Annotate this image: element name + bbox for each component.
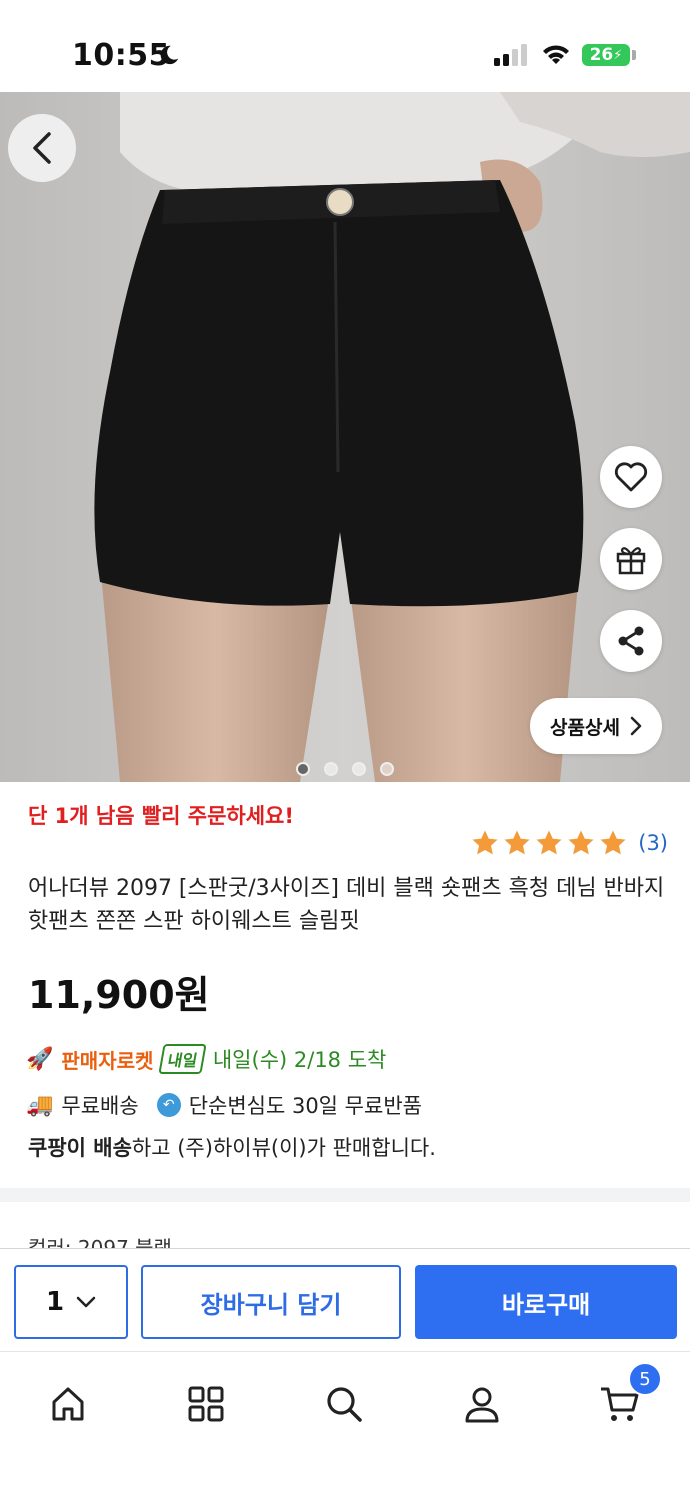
rocket-icon: 🚀: [26, 1046, 54, 1072]
star-icon: [536, 830, 562, 855]
stock-urgent-notice: 단 1개 남음 빨리 주문하세요!: [28, 804, 294, 828]
rocket-label: 판매자로켓: [61, 1048, 154, 1073]
product-photo: [0, 92, 690, 782]
product-detail-label: 상품상세: [550, 716, 620, 739]
gift-icon: [616, 547, 646, 575]
status-bar: 10:55 26 ⚡: [0, 0, 690, 92]
share-button[interactable]: [600, 610, 662, 672]
cellular-signal-icon: [494, 44, 527, 66]
nav-search[interactable]: [314, 1374, 374, 1434]
truck-icon: 🚚: [26, 1092, 54, 1118]
cart-count-badge: 5: [628, 1362, 662, 1396]
review-count[interactable]: (3): [638, 831, 668, 855]
chevron-right-icon: [630, 716, 642, 736]
star-icon: [504, 830, 530, 855]
chevron-down-icon: [76, 1296, 96, 1308]
arrival-date: 내일(수) 2/18 도착: [212, 1048, 387, 1072]
section-divider: [0, 1188, 690, 1202]
pagination-dot[interactable]: [352, 762, 366, 776]
quantity-value: 1: [45, 1287, 65, 1317]
next-section-peek: 컬러: 2097 블랙: [28, 1236, 172, 1248]
nav-categories[interactable]: [176, 1374, 236, 1434]
tomorrow-badge: 내일: [158, 1044, 208, 1074]
seller-bold: 쿠팡이 배송: [28, 1136, 132, 1160]
shipping-return-row: 🚚 무료배송 ↶ 단순변심도 30일 무료반품: [26, 1090, 422, 1120]
wifi-icon: [543, 45, 569, 64]
free-return-label: 단순변심도 30일 무료반품: [188, 1094, 422, 1118]
moon-icon: [160, 45, 179, 65]
battery-level: 26: [589, 45, 614, 65]
product-image-gallery[interactable]: 상품상세: [0, 92, 690, 782]
pagination-dot[interactable]: [380, 762, 394, 776]
user-icon: [465, 1387, 499, 1423]
next-section-text: 컬러: 2097 블랙: [28, 1236, 172, 1248]
battery-tip: [632, 50, 636, 60]
grid-icon: [188, 1386, 224, 1422]
pagination-dot[interactable]: [324, 762, 338, 776]
product-detail-button[interactable]: 상품상세: [530, 698, 662, 754]
star-icon: [568, 830, 594, 855]
nav-my-account[interactable]: [452, 1374, 512, 1434]
gift-button[interactable]: [600, 528, 662, 590]
pagination-dot[interactable]: [296, 762, 310, 776]
gallery-pagination: [296, 762, 394, 776]
rocket-delivery-row: 🚀 판매자로켓 내일 내일(수) 2/18 도착: [26, 1044, 386, 1074]
quantity-select[interactable]: 1: [14, 1265, 128, 1339]
bottom-navigation: 5: [0, 1352, 690, 1500]
product-price: 11,900원: [28, 973, 210, 1017]
battery-indicator: 26 ⚡: [582, 44, 630, 66]
charging-icon: ⚡: [613, 47, 623, 63]
wishlist-button[interactable]: [600, 446, 662, 508]
seller-info: 쿠팡이 배송하고 (주)하이뷰(이)가 판매합니다.: [28, 1132, 436, 1162]
rating[interactable]: (3): [470, 828, 668, 858]
buy-now-button[interactable]: 바로구매: [415, 1265, 677, 1339]
add-to-cart-button[interactable]: 장바구니 담기: [141, 1265, 401, 1339]
product-title: 어나더뷰 2097 [스판굿/3사이즈] 데비 블랙 숏팬츠 흑청 데님 반바지…: [28, 876, 665, 934]
star-icon: [600, 830, 626, 855]
purchase-bar: 1 장바구니 담기 바로구매: [0, 1248, 690, 1352]
seller-rest: 하고 (주)하이뷰(이)가 판매합니다.: [131, 1136, 436, 1160]
share-icon: [618, 626, 644, 656]
nav-home[interactable]: [38, 1374, 98, 1434]
search-icon: [327, 1387, 362, 1422]
back-button[interactable]: [8, 114, 76, 182]
heart-icon: [614, 462, 648, 492]
home-icon: [52, 1387, 84, 1421]
star-icon: [472, 830, 498, 855]
free-shipping-label: 무료배송: [61, 1094, 139, 1118]
return-icon: ↶: [156, 1093, 181, 1117]
status-time: 10:55: [72, 38, 170, 73]
chevron-left-icon: [33, 132, 51, 164]
